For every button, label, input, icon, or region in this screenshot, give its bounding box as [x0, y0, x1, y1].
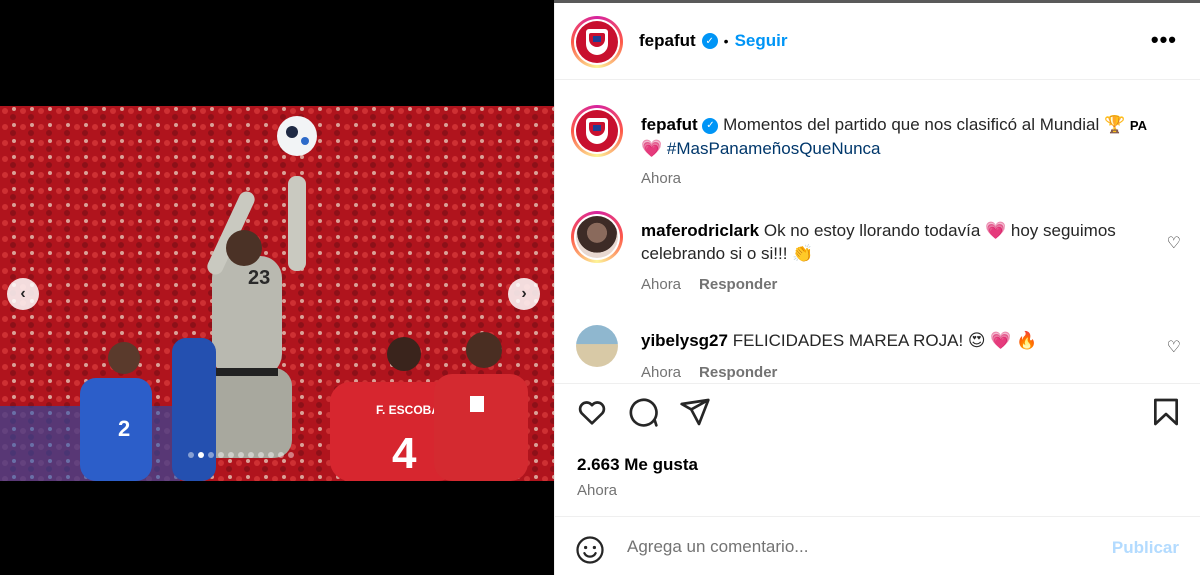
caption-time: Ahora [641, 170, 682, 187]
carousel-dot [208, 452, 214, 458]
like-heart-icon[interactable] [576, 396, 608, 428]
heart-emoji: 💗 [641, 139, 663, 158]
carousel-dot [278, 452, 284, 458]
comment-item: yibelysg27 FELICIDADES MAREA ROJA! 😍 💗 🔥… [555, 321, 1200, 383]
comment-time: Ahora [641, 276, 682, 293]
comment-item: maferodriclark Ok no estoy llorando toda… [555, 211, 1200, 301]
comment-avatar[interactable] [576, 325, 618, 367]
comment-username[interactable]: maferodriclark [641, 221, 759, 240]
comment-composer: Publicar [555, 516, 1200, 575]
fepafut-crest-icon [586, 29, 608, 55]
post-photo: 23 2 F. ESCOBAR 4 [0, 106, 554, 481]
emoji-icon[interactable] [575, 535, 605, 565]
comments-list[interactable]: fepafut ✓ Momentos del partido que nos c… [555, 81, 1200, 384]
comment-text: FELICIDADES MAREA ROJA! 😍 💗 🔥 [732, 331, 1038, 350]
separator-dot: • [723, 33, 729, 49]
like-count[interactable]: 2.663 Me gusta [577, 455, 698, 475]
post-details-panel: fepafut ✓ • Seguir ••• fepafut ✓ Momento… [554, 3, 1200, 575]
carousel-dot [248, 452, 254, 458]
carousel-dot [258, 452, 264, 458]
carousel-dot [218, 452, 224, 458]
fepafut-crest-icon [586, 118, 608, 144]
carousel-dot [268, 452, 274, 458]
save-bookmark-icon[interactable] [1150, 396, 1182, 428]
follow-button[interactable]: Seguir [735, 31, 788, 51]
carousel-indicator [188, 452, 294, 458]
previous-slide-button[interactable]: ‹ [7, 278, 39, 310]
comment-input[interactable] [627, 535, 1087, 559]
comment-bubble-icon[interactable] [627, 396, 659, 428]
post-username[interactable]: fepafut [639, 31, 696, 51]
share-paper-plane-icon[interactable] [679, 396, 711, 428]
post-timestamp: Ahora [577, 482, 618, 499]
like-comment-heart-icon[interactable]: ♡ [1167, 337, 1181, 357]
chevron-left-icon: ‹ [20, 285, 26, 302]
svg-text:23: 23 [248, 267, 270, 289]
more-options-icon[interactable]: ••• [1151, 27, 1177, 53]
post-header: fepafut ✓ • Seguir ••• [555, 3, 1200, 80]
caption-avatar[interactable] [571, 105, 623, 157]
comment-username[interactable]: yibelysg27 [641, 331, 728, 350]
carousel-dot [228, 452, 234, 458]
verified-badge-icon: ✓ [701, 33, 718, 49]
reply-button[interactable]: Responder [699, 364, 777, 381]
next-slide-button[interactable]: › [508, 278, 540, 310]
carousel-dot [198, 452, 204, 458]
svg-text:4: 4 [392, 429, 417, 478]
user-avatar-image [576, 216, 618, 258]
svg-text:2: 2 [118, 416, 130, 441]
flag-label: PA [1129, 118, 1147, 133]
caption-item: fepafut ✓ Momentos del partido que nos c… [555, 105, 1200, 195]
caption-username[interactable]: fepafut [641, 115, 698, 134]
comment-avatar[interactable] [571, 211, 623, 263]
like-comment-heart-icon[interactable]: ♡ [1167, 233, 1181, 253]
media-panel: 23 2 F. ESCOBAR 4 ‹ › [0, 0, 554, 575]
chevron-right-icon: › [521, 285, 527, 302]
verified-badge-icon: ✓ [702, 117, 719, 134]
reply-button[interactable]: Responder [699, 276, 777, 293]
carousel-dot [238, 452, 244, 458]
publish-button[interactable]: Publicar [1112, 538, 1179, 558]
carousel-dot [288, 452, 294, 458]
hashtag-link[interactable]: #MasPanameñosQueNunca [667, 139, 881, 158]
carousel-dot [188, 452, 194, 458]
comment-time: Ahora [641, 364, 682, 381]
profile-avatar[interactable] [571, 16, 623, 68]
post-actions [555, 396, 1200, 436]
caption-text: Momentos del partido que nos clasificó a… [723, 115, 1126, 134]
